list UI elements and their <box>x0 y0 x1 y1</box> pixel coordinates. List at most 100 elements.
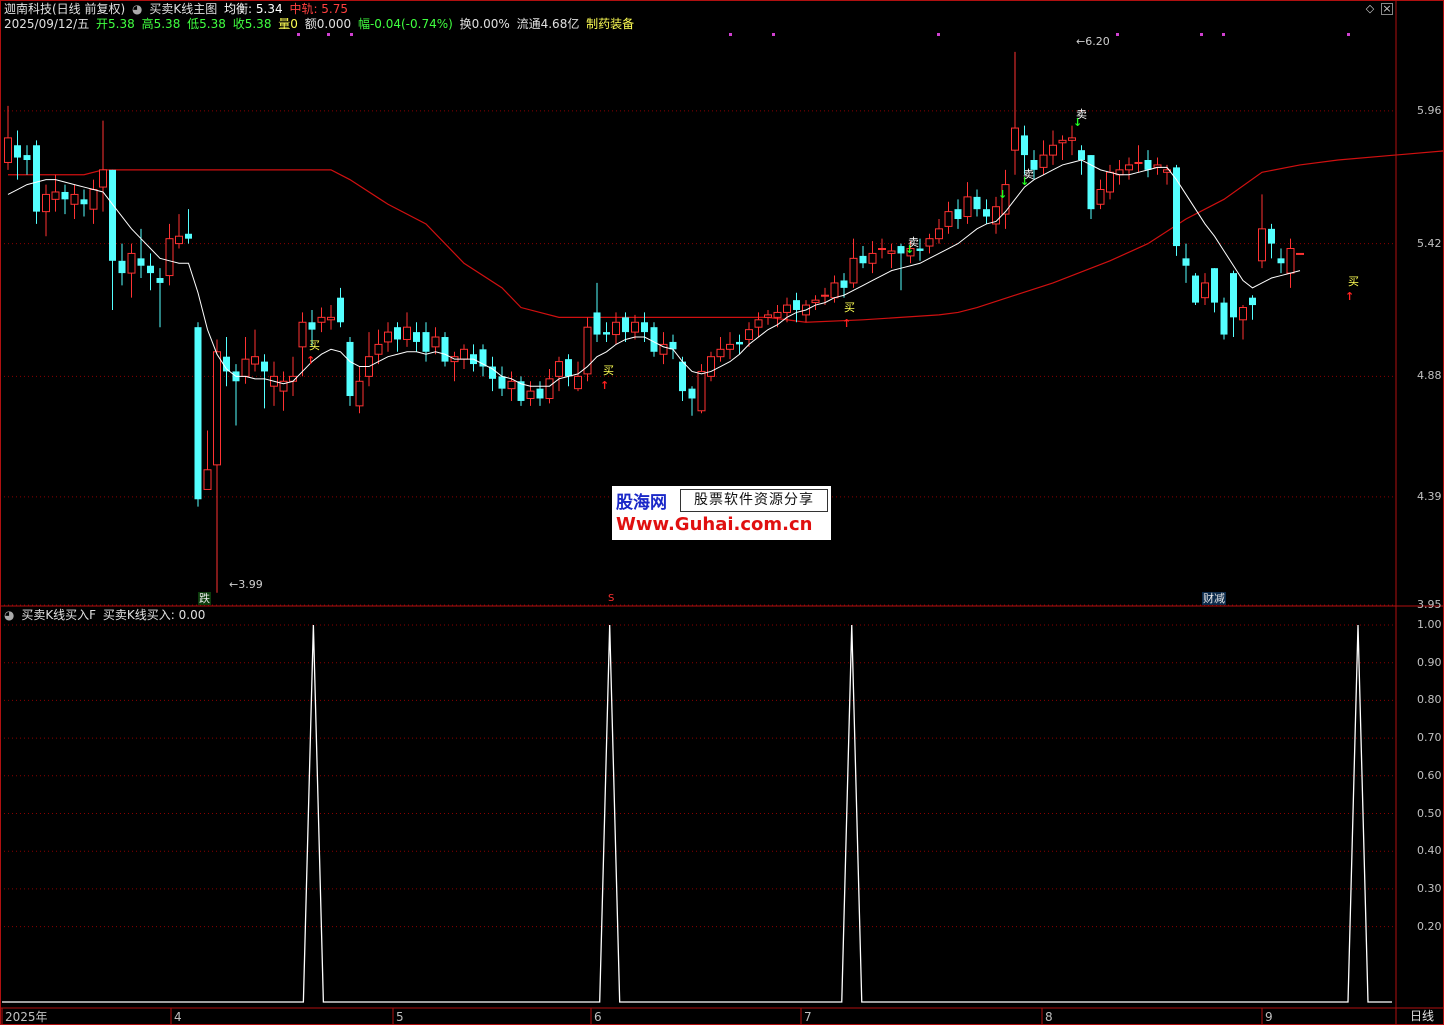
sub-collapse-icon[interactable]: ◕ <box>4 608 14 622</box>
candle-body <box>137 258 145 266</box>
candle-body <box>707 356 715 377</box>
candle-body <box>413 332 420 342</box>
signal-tick-label: 0.40 <box>1417 844 1442 858</box>
candle-body <box>1286 248 1295 274</box>
candle-body <box>536 388 544 399</box>
collapse-icon[interactable]: ◕ <box>132 2 142 16</box>
candle-body <box>4 137 12 163</box>
candle <box>346 337 354 406</box>
candle <box>42 184 50 237</box>
close-icon[interactable]: × <box>1381 3 1393 15</box>
candle <box>1249 295 1256 320</box>
candle <box>764 309 772 325</box>
low-label: 低5.38 <box>187 17 226 31</box>
candle <box>583 317 592 382</box>
watermark: 股海网 股票软件资源分享 Www.Guhai.com.cn <box>612 486 831 540</box>
diamond-icon[interactable]: ◇ <box>1364 3 1376 15</box>
sector-label[interactable]: 制药装备 <box>586 17 634 31</box>
candle <box>498 366 506 397</box>
candle <box>593 282 601 342</box>
candle-body <box>622 317 629 333</box>
candle <box>1049 130 1057 165</box>
candle-body <box>213 351 221 466</box>
candle <box>232 364 240 426</box>
candle <box>479 344 487 377</box>
amount-label: 额0.000 <box>304 17 352 31</box>
sell-arrow-icon: ↓ <box>1073 116 1083 129</box>
candle-body <box>251 356 259 365</box>
candle <box>811 295 820 310</box>
candle <box>954 199 962 229</box>
candle <box>1039 140 1048 175</box>
event-marker <box>729 33 732 36</box>
candle-body <box>868 252 877 264</box>
candle <box>659 332 668 365</box>
candle-body <box>1021 135 1028 156</box>
candle-body <box>431 336 440 348</box>
candle <box>925 233 934 254</box>
candle-body <box>849 257 858 284</box>
candle <box>279 371 288 411</box>
avg-label: 均衡: 5.34 <box>224 2 283 16</box>
time-tick-label: 8 <box>1045 1010 1053 1024</box>
low-price-label: ←3.99 <box>229 578 263 591</box>
candle-body <box>1258 228 1266 262</box>
red-band-line <box>8 150 1444 323</box>
candle-body <box>859 255 867 264</box>
candle-body <box>736 341 743 345</box>
time-tick-label: 2025年 <box>5 1010 48 1024</box>
indicator-name[interactable]: 买卖K线主图 <box>149 2 217 16</box>
candle <box>203 430 212 490</box>
candle <box>707 351 715 382</box>
mid-label: 中轨: 5.75 <box>289 2 349 16</box>
candle <box>631 314 639 340</box>
buy-label: 买 <box>844 301 855 314</box>
event-marker <box>1222 33 1225 36</box>
candle-body <box>51 191 60 200</box>
candle-body <box>23 155 31 161</box>
candle-body <box>555 361 563 377</box>
signal-tick-label: 0.50 <box>1417 806 1442 820</box>
candle-body <box>1068 137 1076 141</box>
event-marker <box>1200 33 1203 36</box>
price-tick-label: 3.95 <box>1417 598 1442 611</box>
event-die-badge[interactable]: 跌 <box>198 592 211 605</box>
candle-body <box>507 380 516 390</box>
candle <box>1134 145 1143 173</box>
watermark-brand: 股海网 <box>616 493 667 513</box>
candle-body <box>460 348 468 360</box>
candle <box>1277 248 1285 274</box>
candle-body <box>298 321 307 348</box>
candle <box>526 381 535 406</box>
candle <box>1144 150 1152 178</box>
signal-tick-label: 0.90 <box>1417 655 1442 669</box>
event-caijian-badge[interactable]: 财减 <box>1202 592 1226 605</box>
candle <box>317 307 326 333</box>
candle <box>650 322 658 357</box>
candle-body <box>1144 160 1152 170</box>
candle <box>261 354 268 409</box>
stock-name[interactable]: 迦南科技(日线 前复权) <box>4 2 125 16</box>
price-tick-label: 5.42 <box>1417 236 1442 250</box>
sub-indicator-name[interactable]: 买卖K线买入F <box>21 608 96 622</box>
candle <box>1258 194 1266 269</box>
event-s-badge[interactable]: S <box>607 592 615 605</box>
candle-body <box>165 238 174 277</box>
period-label[interactable]: 日线 <box>1409 1010 1435 1023</box>
candle <box>944 201 953 234</box>
candle <box>887 243 896 269</box>
candle <box>697 364 706 414</box>
candle <box>1239 305 1247 340</box>
float-label: 流通4.68亿 <box>516 17 580 31</box>
candle <box>973 189 981 217</box>
candle <box>802 300 810 323</box>
candle-body <box>394 327 401 340</box>
candle-body <box>1277 258 1285 264</box>
candle <box>1220 297 1228 340</box>
candle <box>422 322 430 362</box>
candle <box>14 130 21 180</box>
candle <box>1296 252 1304 255</box>
buy-arrow-icon: ↑ <box>1345 290 1355 303</box>
quote-header: 2025/09/12/五 开5.38 高5.38 低5.38 收5.38 量0 … <box>4 17 637 31</box>
candle-body <box>42 193 50 213</box>
